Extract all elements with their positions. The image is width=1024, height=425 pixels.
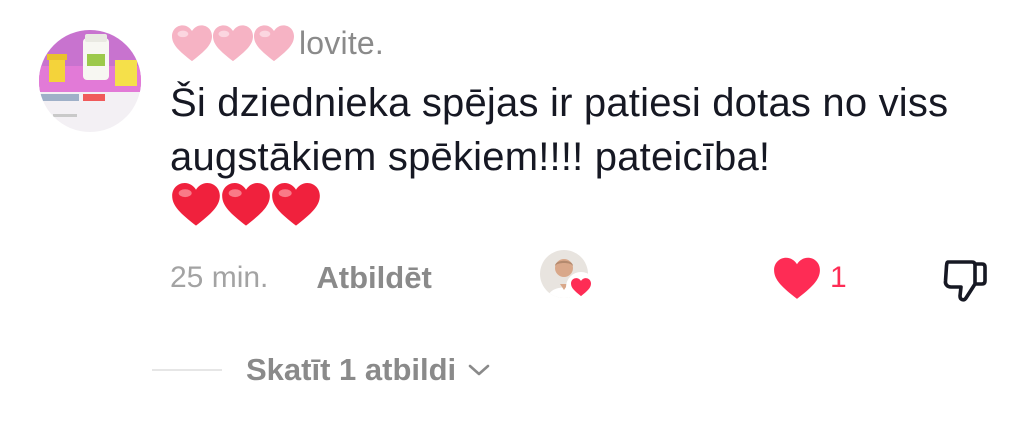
red-heart-icon xyxy=(222,182,270,226)
dislike-button[interactable] xyxy=(936,252,992,308)
reply-button[interactable]: Atbildēt xyxy=(316,260,431,296)
replies-divider xyxy=(152,369,222,371)
comment-timestamp: 25 min. xyxy=(170,261,269,294)
like-count: 1 xyxy=(830,261,847,294)
username[interactable]: lovite. xyxy=(299,25,384,62)
comment-emoji-group xyxy=(170,180,320,228)
view-replies-label[interactable]: Skatīt 1 atbildi xyxy=(246,352,456,388)
red-heart-icon xyxy=(272,182,320,226)
thumbs-down-icon[interactable] xyxy=(936,252,992,308)
chevron-down-icon[interactable] xyxy=(466,361,492,379)
comment-header: lovite. xyxy=(170,20,384,66)
pink-heart-icon xyxy=(254,25,294,62)
pink-heart-icon xyxy=(213,25,253,62)
user-avatar[interactable] xyxy=(39,30,141,132)
creator-liked-badge xyxy=(540,250,596,306)
pink-heart-icon xyxy=(172,25,212,62)
heart-icon[interactable] xyxy=(772,255,822,301)
like-button[interactable]: 1 xyxy=(772,252,847,304)
creator-heart-icon xyxy=(566,272,596,302)
username-emoji-group xyxy=(170,23,294,63)
view-replies-button[interactable]: Skatīt 1 atbildi xyxy=(152,344,492,396)
red-heart-icon xyxy=(172,182,220,226)
comment-actions: 25 min. Atbildēt xyxy=(170,252,432,304)
comment-text: Ši dziednieka spējas ir patiesi dotas no… xyxy=(170,81,949,179)
